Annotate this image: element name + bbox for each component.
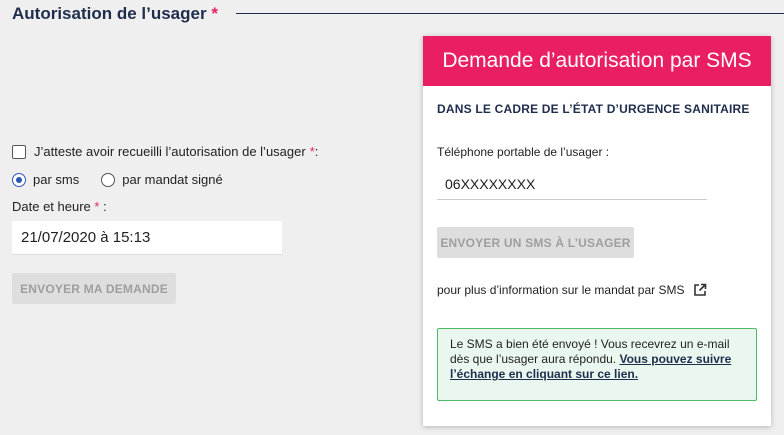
phone-label: Téléphone portable de l’usager : (437, 145, 610, 159)
authorization-method-group: par sms par mandat signé (12, 172, 245, 187)
section-title: Autorisation de l’usager * (12, 4, 218, 24)
date-label: Date et heure * : (12, 199, 107, 214)
section-divider (236, 13, 784, 14)
card-header: Demande d’autorisation par SMS (423, 36, 771, 86)
radio-option-sms[interactable]: par sms (12, 172, 79, 187)
send-request-button[interactable]: ENVOYER MA DEMANDE (12, 273, 176, 304)
date-time-input[interactable] (12, 221, 282, 255)
radio-mandat[interactable] (101, 172, 116, 187)
date-label-text: Date et heure (12, 199, 91, 214)
date-label-suffix: : (103, 199, 107, 214)
radio-sms-label: par sms (33, 172, 80, 187)
attest-checkbox[interactable] (12, 144, 26, 159)
attest-row: J’atteste avoir recueilli l’autorisation… (12, 144, 318, 159)
radio-sms[interactable] (12, 172, 26, 187)
date-required-marker: * (94, 199, 100, 214)
attest-label: J’atteste avoir recueilli l’autorisation… (34, 144, 306, 159)
external-link-icon[interactable] (693, 283, 707, 297)
info-text[interactable]: pour plus d’information sur le mandat pa… (437, 283, 684, 297)
success-alert: Le SMS a bien été envoyé ! Vous recevrez… (437, 328, 757, 401)
info-link-row[interactable]: pour plus d’information sur le mandat pa… (437, 283, 707, 297)
section-title-text: Autorisation de l’usager (12, 4, 207, 23)
attest-suffix: : (314, 144, 319, 159)
required-marker: * (211, 4, 218, 23)
send-sms-button[interactable]: ENVOYER UN SMS À L’USAGER (437, 227, 634, 258)
sms-authorization-card: Demande d’autorisation par SMS DANS LE C… (423, 36, 771, 426)
radio-mandat-label: par mandat signé (122, 172, 223, 187)
phone-input[interactable] (437, 168, 707, 200)
card-subtitle: DANS LE CADRE DE L’ÉTAT D’URGENCE SANITA… (437, 102, 750, 116)
radio-option-mandat[interactable]: par mandat signé (101, 172, 223, 187)
